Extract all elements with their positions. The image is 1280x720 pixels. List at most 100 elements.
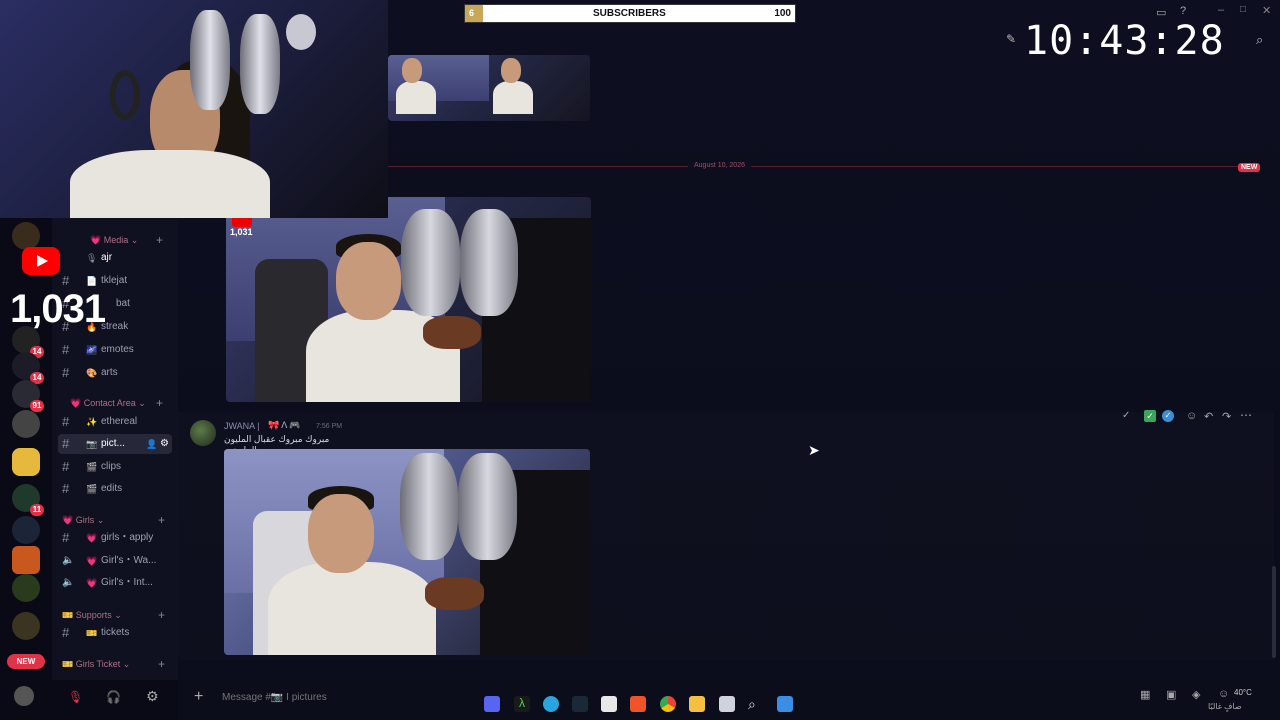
weather-desc: صافٍ غالبًا bbox=[1208, 702, 1242, 711]
channel-item[interactable]: 🔈 💗 Girl's・Wa... bbox=[58, 551, 172, 571]
add-attachment-icon[interactable]: + bbox=[194, 688, 203, 706]
category-girls[interactable]: 💗 Girls ⌄ + bbox=[62, 513, 165, 527]
channel-item[interactable]: # 💗 girls・apply bbox=[58, 528, 172, 548]
channel-item[interactable]: # 🎨 arts bbox=[58, 363, 172, 383]
category-girls-ticket[interactable]: 🎫 Girls Ticket ⌄ + bbox=[62, 657, 165, 671]
category-contact-area[interactable]: 💗 Contact Area ⌄ + bbox=[70, 396, 163, 410]
message-row[interactable]: JWANA | 🎀 Λ 🎮 7:56 PM مبروك مبروك عقبال … bbox=[178, 408, 1274, 660]
channel-item[interactable]: # 🎬 clips bbox=[58, 457, 172, 477]
deafen-icon[interactable]: 🎧 bbox=[106, 690, 121, 704]
photo-overlay-count: 1,031 bbox=[230, 227, 253, 237]
channel-hash-icon: # bbox=[62, 459, 70, 474]
message-image-3[interactable] bbox=[224, 449, 590, 655]
author-badge-icons: 🎀 Λ 🎮 bbox=[268, 420, 301, 430]
gift-icon[interactable]: ▦ bbox=[1140, 688, 1150, 701]
youtube-icon bbox=[22, 247, 60, 275]
channel-item[interactable]: # 🎬 edits bbox=[58, 479, 172, 499]
add-channel-icon[interactable]: + bbox=[158, 513, 165, 527]
voice-channel-icon: 🔈 bbox=[62, 577, 75, 588]
store-taskbar-icon[interactable] bbox=[601, 696, 617, 712]
subscriber-bar-start: 6 bbox=[469, 8, 475, 18]
channel-item[interactable]: 🔈 💗 Girl's・Int... bbox=[58, 573, 172, 593]
channel-hash-icon: # bbox=[62, 436, 70, 451]
mouse-cursor-icon: ➤ bbox=[808, 442, 820, 458]
forward-icon[interactable]: ↷ bbox=[1222, 410, 1231, 423]
server-icon[interactable] bbox=[12, 574, 40, 602]
youtube-subscriber-count: 1,031 bbox=[10, 287, 106, 331]
explorer-taskbar-icon[interactable] bbox=[689, 696, 705, 712]
new-servers-pill[interactable]: NEW bbox=[7, 654, 45, 669]
channel-hash-icon: # bbox=[62, 365, 70, 380]
server-icon[interactable] bbox=[12, 410, 40, 438]
subscriber-bar-goal: 100 bbox=[774, 8, 791, 19]
window-taskbar-icon[interactable] bbox=[719, 696, 735, 712]
chat-scrollbar[interactable] bbox=[1272, 566, 1276, 658]
stream-clock: 10:43:28 bbox=[1024, 18, 1225, 64]
server-icon[interactable]: 11 bbox=[12, 484, 44, 516]
message-actions: ✓ ✓ ✓ ☺ ↶ ↷ ⋯ bbox=[1122, 408, 1262, 426]
author-avatar[interactable] bbox=[190, 420, 216, 446]
add-channel-icon[interactable]: + bbox=[158, 608, 165, 622]
date-divider-label: August 10, 2026 bbox=[688, 162, 751, 169]
more-options-icon[interactable]: ⋯ bbox=[1240, 408, 1252, 422]
webcam-overlay bbox=[0, 0, 388, 218]
server-icon[interactable] bbox=[12, 546, 40, 574]
mute-mic-icon[interactable]: 🎙 bbox=[68, 690, 83, 704]
subscriber-goal-bar: 6 SUBSCRIBERS 100 bbox=[464, 4, 796, 23]
chrome-taskbar-icon[interactable] bbox=[660, 696, 676, 712]
server-icon[interactable] bbox=[12, 222, 40, 250]
check-icon[interactable]: ✓ bbox=[1144, 410, 1156, 422]
search-icon[interactable]: ⌕ bbox=[1256, 32, 1263, 48]
channel-hash-icon: # bbox=[62, 625, 70, 640]
steam-taskbar-icon[interactable] bbox=[572, 696, 588, 712]
message-input[interactable] bbox=[222, 688, 462, 706]
telegram-taskbar-icon[interactable] bbox=[543, 696, 559, 712]
category-media[interactable]: 💗 Media ⌄ + bbox=[90, 233, 163, 247]
channel-hash-icon: # bbox=[62, 481, 70, 496]
minimize-icon[interactable]: – bbox=[1218, 4, 1224, 16]
channel-item[interactable]: # 🎫 tickets bbox=[58, 623, 172, 643]
add-channel-icon[interactable]: + bbox=[156, 233, 163, 247]
message-author[interactable]: JWANA | bbox=[224, 421, 260, 431]
channel-item-active[interactable]: # 📷 pict... 👤 ⚙ bbox=[58, 434, 172, 454]
emoji-icon[interactable]: ☺ bbox=[1218, 688, 1229, 700]
search-taskbar-icon[interactable]: ⌕ bbox=[748, 696, 764, 712]
maximize-icon[interactable]: □ bbox=[1240, 4, 1246, 15]
user-panel: 🎙 🎧 ⚙ bbox=[0, 680, 178, 720]
channel-hash-icon: # bbox=[62, 414, 70, 429]
server-icon[interactable]: 14 bbox=[12, 352, 44, 384]
channel-item[interactable]: # 🌌 emotes bbox=[58, 340, 172, 360]
channel-hash-icon: # bbox=[62, 530, 70, 545]
voice-channel-icon: 🔈 bbox=[62, 555, 75, 566]
category-supports[interactable]: 🎫 Supports ⌄ + bbox=[62, 608, 165, 622]
pin-icon[interactable]: ✎ bbox=[1006, 32, 1016, 46]
help-icon[interactable]: ? bbox=[1180, 5, 1186, 17]
settings-gear-icon[interactable]: ⚙ bbox=[146, 688, 159, 705]
gif-icon[interactable]: ▣ bbox=[1166, 688, 1176, 701]
add-channel-icon[interactable]: + bbox=[156, 396, 163, 410]
channel-item[interactable]: # ✨ ethereal bbox=[58, 412, 172, 432]
channel-settings-icon[interactable]: ⚙ bbox=[160, 434, 169, 454]
add-reaction-icon[interactable]: ☺ bbox=[1186, 410, 1197, 422]
sticker-icon[interactable]: ◈ bbox=[1192, 688, 1200, 701]
reply-icon[interactable]: ↶ bbox=[1204, 410, 1213, 423]
invite-icon[interactable]: 👤 bbox=[146, 434, 157, 454]
discord-taskbar-icon[interactable] bbox=[484, 696, 500, 712]
server-icon[interactable] bbox=[12, 448, 40, 476]
new-messages-badge[interactable]: NEW bbox=[1238, 163, 1261, 172]
channel-hash-icon: # bbox=[62, 342, 70, 357]
add-channel-icon[interactable]: + bbox=[158, 657, 165, 671]
verified-icon[interactable]: ✓ bbox=[1162, 410, 1174, 422]
message-image-1[interactable] bbox=[388, 55, 590, 121]
windows-start-icon[interactable] bbox=[777, 696, 793, 712]
server-icon[interactable] bbox=[12, 516, 40, 544]
message-time: 7:56 PM bbox=[316, 423, 343, 430]
react-emoji-icon[interactable]: ✓ bbox=[1122, 410, 1130, 421]
close-icon[interactable]: ✕ bbox=[1262, 4, 1271, 17]
server-icon[interactable]: 91 bbox=[12, 380, 44, 412]
message-image-2[interactable]: 1,031 bbox=[226, 197, 591, 402]
brave-taskbar-icon[interactable] bbox=[630, 696, 646, 712]
server-icon[interactable] bbox=[12, 612, 40, 640]
app-taskbar-icon[interactable]: λ bbox=[514, 696, 530, 712]
user-avatar[interactable] bbox=[14, 686, 34, 706]
